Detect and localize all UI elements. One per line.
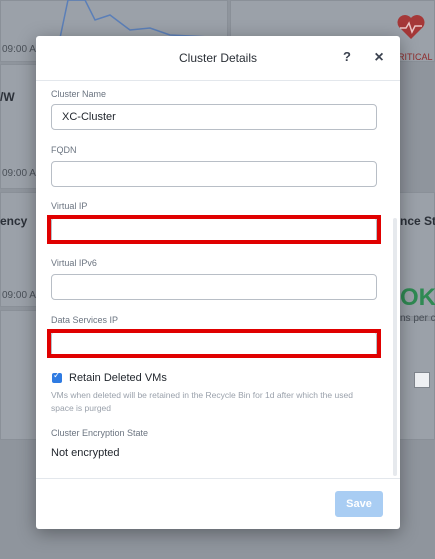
virtual-ip-input[interactable] (51, 217, 377, 243)
fqdn-input[interactable] (51, 161, 377, 187)
encryption-state-value: Not encrypted (51, 447, 120, 459)
critical-label: RITICAL (398, 52, 433, 62)
help-icon[interactable]: ? (340, 49, 354, 67)
close-icon[interactable]: × (372, 49, 386, 67)
widget-title: ency (0, 214, 28, 228)
virtual-ipv6-label: Virtual IPv6 (51, 258, 97, 268)
widget-title: nce Sta (400, 214, 435, 228)
virtual-ip-label: Virtual IP (51, 201, 88, 211)
time-label: 09:00 A (2, 290, 36, 301)
data-services-ip-label: Data Services IP (51, 315, 119, 325)
status-ok-text: OK (400, 284, 435, 311)
health-heart-icon (397, 15, 425, 40)
data-services-ip-input[interactable] (51, 331, 377, 357)
time-label: 09:00 A (2, 44, 36, 55)
encryption-state-label: Cluster Encryption State (51, 428, 149, 438)
cluster-name-input[interactable] (51, 104, 377, 130)
dialog-footer: Save (36, 478, 400, 529)
widget-title: /W (0, 90, 15, 104)
retain-help-text: VMs when deleted will be retained in the… (51, 390, 353, 413)
virtual-ipv6-input[interactable] (51, 274, 377, 300)
dialog-header: Cluster Details ? × (36, 36, 400, 81)
dialog-scrollbar-thumb[interactable] (393, 218, 397, 476)
cluster-details-dialog: Cluster Details ? × Cluster Name FQDN Vi… (36, 36, 400, 529)
background-checkbox (414, 372, 430, 388)
checkmark-icon: ✓ (53, 370, 61, 380)
status-subtext: ns per c (400, 313, 435, 324)
retain-deleted-vms-checkbox[interactable]: ✓ (52, 370, 62, 383)
dialog-body: Cluster Name FQDN Virtual IP Virtual IPv… (36, 81, 400, 478)
fqdn-label: FQDN (51, 145, 77, 155)
retain-deleted-vms-label[interactable]: Retain Deleted VMs (69, 372, 167, 384)
time-label: 09:00 A (2, 168, 36, 179)
cluster-name-label: Cluster Name (51, 89, 107, 99)
save-button[interactable]: Save (335, 491, 383, 517)
